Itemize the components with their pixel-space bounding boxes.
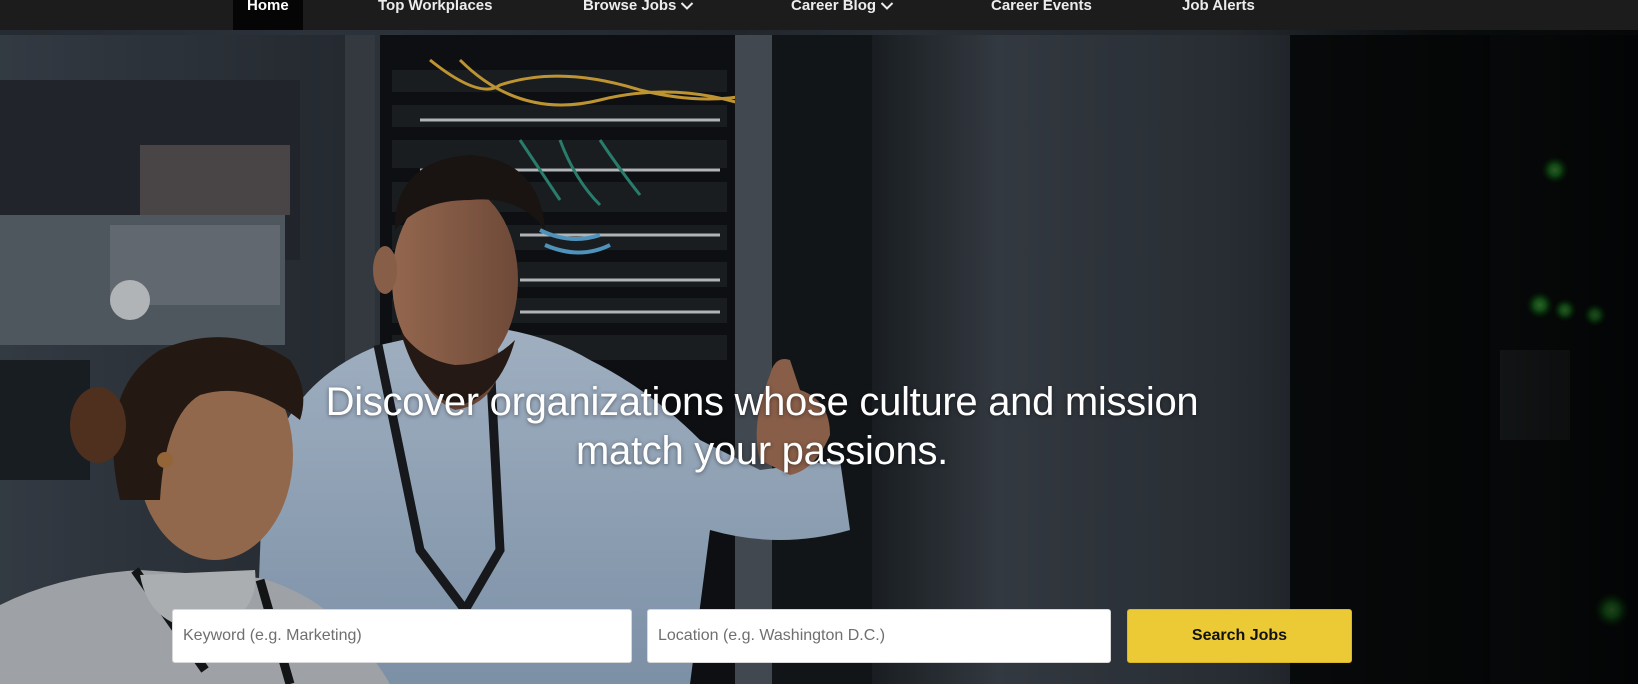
search-jobs-button[interactable]: Search Jobs	[1127, 609, 1352, 663]
nav-career-events[interactable]: Career Events	[991, 0, 1092, 30]
nav-career-events-label: Career Events	[991, 0, 1092, 14]
nav-job-alerts[interactable]: Job Alerts	[1182, 0, 1255, 30]
hero-background-image	[0, 30, 1638, 684]
nav-browse-jobs-label: Browse Jobs	[583, 0, 677, 14]
nav-career-blog[interactable]: Career Blog	[791, 0, 894, 30]
keyword-input[interactable]	[172, 609, 632, 663]
chevron-down-icon	[681, 2, 694, 10]
nav-job-alerts-label: Job Alerts	[1182, 0, 1255, 14]
nav-top-workplaces[interactable]: Top Workplaces	[378, 0, 492, 30]
hero-headline-line1: Discover organizations whose culture and…	[325, 380, 1199, 424]
hero-headline: Discover organizations whose culture and…	[262, 378, 1262, 476]
location-input[interactable]	[647, 609, 1111, 663]
hero-headline-line2: match your passions.	[576, 429, 948, 473]
top-nav: Home Top Workplaces Browse Jobs Career B…	[0, 0, 1638, 30]
nav-top-workplaces-label: Top Workplaces	[378, 0, 493, 14]
chevron-down-icon	[880, 2, 894, 10]
hero-section: Discover organizations whose culture and…	[0, 30, 1638, 684]
nav-career-blog-label: Career Blog	[791, 0, 877, 14]
nav-home-label: Home	[247, 0, 289, 14]
nav-browse-jobs[interactable]: Browse Jobs	[583, 0, 694, 30]
nav-home[interactable]: Home	[233, 0, 303, 30]
